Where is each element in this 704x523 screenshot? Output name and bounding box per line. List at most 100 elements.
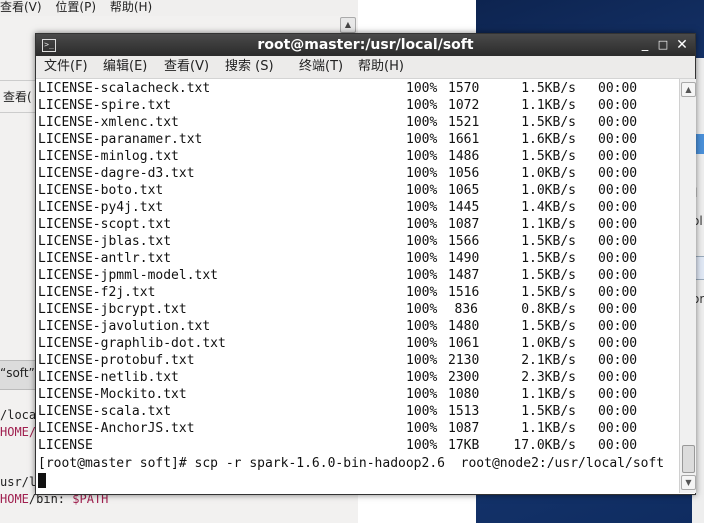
transfer-eta: 00:00 bbox=[598, 370, 638, 385]
transfer-percent: 100% bbox=[406, 251, 438, 266]
transfer-file-name: LICENSE-protobuf.txt bbox=[38, 353, 195, 368]
bg-menu-location[interactable]: 位置(P) bbox=[55, 0, 96, 14]
transfer-size: 1661 bbox=[448, 132, 480, 147]
transfer-percent: 100% bbox=[406, 98, 438, 113]
transfer-size: 1521 bbox=[448, 115, 480, 130]
transfer-line: LICENSE-graphlib-dot.txt 100% 1061 1.0KB/s 0… bbox=[38, 335, 678, 352]
bg-code-line: /loca bbox=[0, 408, 36, 422]
transfer-file-name: LICENSE-paranamer.txt bbox=[38, 132, 203, 147]
transfer-line: LICENSE-protobuf.txt 100% 2130 2.1KB/s 00:00 bbox=[38, 352, 678, 369]
transfer-rate: 1.5KB/s bbox=[521, 251, 576, 266]
transfer-eta: 00:00 bbox=[598, 81, 638, 96]
transfer-rate: 1.5KB/s bbox=[521, 285, 576, 300]
transfer-percent: 100% bbox=[406, 149, 438, 164]
transfer-eta: 00:00 bbox=[598, 285, 638, 300]
window-title: root@master:/usr/local/soft bbox=[257, 37, 474, 53]
transfer-eta: 00:00 bbox=[598, 251, 638, 266]
transfer-percent: 100% bbox=[406, 268, 438, 283]
menu-file[interactable]: 文件(F) bbox=[44, 59, 88, 75]
scroll-up-arrow-icon[interactable]: ▲ bbox=[681, 82, 696, 97]
transfer-rate: 1.5KB/s bbox=[521, 404, 576, 419]
transfer-rate: 1.5KB/s bbox=[521, 268, 576, 283]
transfer-size: 17KB bbox=[448, 438, 480, 453]
transfer-percent: 100% bbox=[406, 353, 438, 368]
transfer-eta: 00:00 bbox=[598, 149, 638, 164]
transfer-size: 2300 bbox=[448, 370, 480, 385]
transfer-file-name: LICENSE-antlr.txt bbox=[38, 251, 172, 266]
transfer-eta: 00:00 bbox=[598, 336, 638, 351]
transfer-line: LICENSE-javolution.txt 100% 1480 1.5KB/s 00:… bbox=[38, 318, 678, 335]
transfer-file-name: LICENSE-dagre-d3.txt bbox=[38, 166, 195, 181]
transfer-line: LICENSE-minlog.txt 100% 1486 1.5KB/s 00:00 bbox=[38, 148, 678, 165]
transfer-percent: 100% bbox=[406, 438, 438, 453]
transfer-rate: 1.5KB/s bbox=[521, 115, 576, 130]
bg-menu-view[interactable]: 查看(V) bbox=[0, 0, 42, 14]
menu-edit[interactable]: 编辑(E) bbox=[103, 59, 147, 75]
menu-terminal[interactable]: 终端(T) bbox=[299, 59, 343, 75]
menu-view[interactable]: 查看(V) bbox=[164, 59, 209, 75]
terminal-window: >_ root@master:/usr/local/soft _ □ ✕ 文件(… bbox=[35, 33, 696, 495]
transfer-eta: 00:00 bbox=[598, 115, 638, 130]
transfer-eta: 00:00 bbox=[598, 234, 638, 249]
transfer-size: 2130 bbox=[448, 353, 480, 368]
bg-menu-help[interactable]: 帮助(H) bbox=[110, 0, 152, 14]
transfer-size: 836 bbox=[454, 302, 478, 317]
transfer-file-name: LICENSE-scala.txt bbox=[38, 404, 172, 419]
transfer-line: LICENSE-jpmml-model.txt 100% 1487 1.5KB/s 00… bbox=[38, 267, 678, 284]
transfer-size: 1486 bbox=[448, 149, 480, 164]
maximize-icon[interactable]: □ bbox=[655, 36, 671, 54]
scroll-down-arrow-icon[interactable]: ▼ bbox=[681, 475, 696, 490]
transfer-size: 1487 bbox=[448, 268, 480, 283]
transfer-percent: 100% bbox=[406, 115, 438, 130]
transfer-rate: 1.5KB/s bbox=[521, 319, 576, 334]
transfer-size: 1072 bbox=[448, 98, 480, 113]
transfer-size: 1570 bbox=[448, 81, 480, 96]
bg-divider bbox=[0, 80, 40, 81]
transfer-size: 1056 bbox=[448, 166, 480, 181]
transfer-rate: 1.0KB/s bbox=[521, 166, 576, 181]
transfer-file-name: LICENSE-xmlenc.txt bbox=[38, 115, 179, 130]
close-icon[interactable]: ✕ bbox=[674, 36, 690, 54]
transfer-line: LICENSE-spire.txt 100% 1072 1.1KB/s 00:00 bbox=[38, 97, 678, 114]
bg-code-text: /loca bbox=[0, 408, 37, 422]
transfer-rate: 1.5KB/s bbox=[521, 81, 576, 96]
transfer-eta: 00:00 bbox=[598, 217, 638, 232]
transfer-percent: 100% bbox=[406, 302, 438, 317]
transfer-size: 1065 bbox=[448, 183, 480, 198]
transfer-line: LICENSE-paranamer.txt 100% 1661 1.6KB/s 00:0… bbox=[38, 131, 678, 148]
terminal-menubar: 文件(F) 编辑(E) 查看(V) 搜索 (S) 终端(T) 帮助(H) bbox=[36, 56, 695, 79]
terminal-titlebar[interactable]: >_ root@master:/usr/local/soft _ □ ✕ bbox=[36, 34, 695, 56]
scrollbar-thumb[interactable] bbox=[682, 445, 695, 473]
transfer-line: LICENSE-netlib.txt 100% 2300 2.3KB/s 00:00 bbox=[38, 369, 678, 386]
minimize-icon[interactable]: _ bbox=[637, 36, 653, 54]
menu-search[interactable]: 搜索 (S) bbox=[225, 59, 274, 75]
transfer-percent: 100% bbox=[406, 217, 438, 232]
transfer-file-name: LICENSE bbox=[38, 438, 93, 453]
terminal-output[interactable]: LICENSE-scalacheck.txt 100% 1570 1.5KB/s 00:… bbox=[36, 79, 679, 493]
transfer-eta: 00:00 bbox=[598, 132, 638, 147]
terminal-scrollbar[interactable]: ▲ ▼ bbox=[679, 79, 696, 493]
transfer-file-name: LICENSE-netlib.txt bbox=[38, 370, 179, 385]
transfer-file-name: LICENSE-py4j.txt bbox=[38, 200, 164, 215]
bg-view-button[interactable]: 查看( bbox=[3, 88, 32, 105]
transfer-percent: 100% bbox=[406, 319, 438, 334]
transfer-eta: 00:00 bbox=[598, 404, 638, 419]
transfer-eta: 00:00 bbox=[598, 387, 638, 402]
cursor-line[interactable] bbox=[38, 473, 46, 490]
transfer-eta: 00:00 bbox=[598, 200, 638, 215]
transfer-line: LICENSE-scopt.txt 100% 1087 1.1KB/s 00:00 bbox=[38, 216, 678, 233]
transfer-line: LICENSE 100% 17KB 17.0KB/s 00:00 bbox=[38, 437, 678, 454]
transfer-line: LICENSE-dagre-d3.txt 100% 1056 1.0KB/s 00:00 bbox=[38, 165, 678, 182]
transfer-size: 1087 bbox=[448, 421, 480, 436]
prompt-line[interactable]: [root@master soft]# scp -r spark-1.6.0-b… bbox=[38, 455, 664, 472]
menu-help[interactable]: 帮助(H) bbox=[358, 59, 404, 75]
bg-scroll-up-arrow-icon[interactable]: ▲ bbox=[340, 17, 356, 33]
transfer-eta: 00:00 bbox=[598, 421, 638, 436]
transfer-file-name: LICENSE-scalacheck.txt bbox=[38, 81, 211, 96]
transfer-percent: 100% bbox=[406, 421, 438, 436]
transfer-eta: 00:00 bbox=[598, 302, 638, 317]
transfer-rate: 1.4KB/s bbox=[521, 200, 576, 215]
transfer-rate: 1.1KB/s bbox=[521, 98, 576, 113]
transfer-percent: 100% bbox=[406, 336, 438, 351]
transfer-file-name: LICENSE-javolution.txt bbox=[38, 319, 211, 334]
